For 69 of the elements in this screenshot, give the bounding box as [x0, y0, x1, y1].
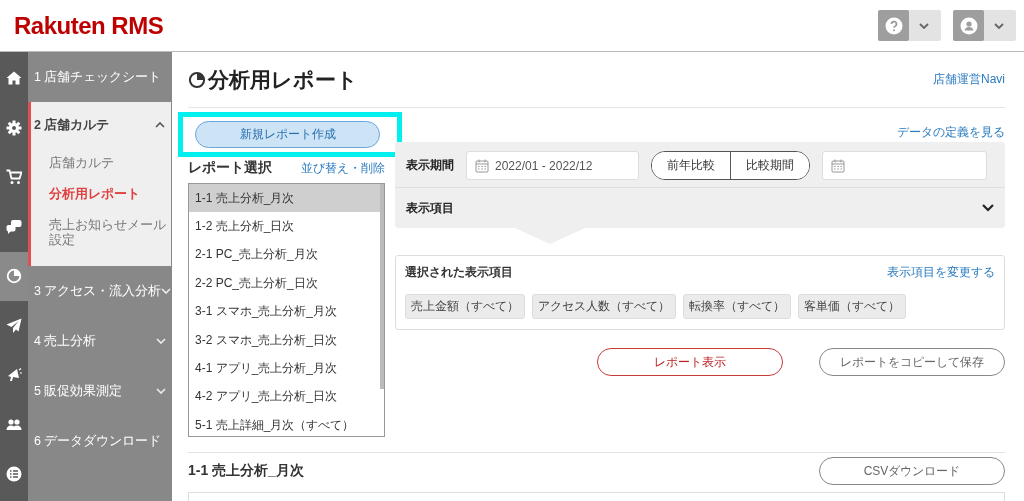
account-button[interactable] — [953, 10, 1016, 41]
chevron-icon — [156, 388, 166, 394]
show-report-button[interactable]: レポート表示 — [597, 348, 783, 376]
list-icon — [6, 466, 22, 483]
calendar-icon — [475, 158, 489, 173]
report-list-item[interactable]: 3-2 スマホ_売上分析_日次 — [189, 325, 380, 355]
logo: Rakuten RMS — [14, 11, 164, 40]
report-list-item[interactable]: 1-2 売上分析_日次 — [189, 212, 380, 241]
help-button[interactable] — [878, 10, 941, 41]
group-label: 5 販促効果測定 — [34, 382, 123, 400]
copy-save-button[interactable]: レポートをコピーして保存 — [819, 348, 1005, 376]
display-items-toggle[interactable]: 表示項目 — [395, 188, 1005, 228]
chevron-icon — [155, 122, 165, 128]
card-title: 選択された表示項目 — [405, 264, 513, 281]
item-chip: 客単価（すべて） — [798, 294, 906, 319]
report-list-item[interactable]: 4-1 アプリ_売上分析_月次 — [189, 354, 380, 383]
calendar-icon — [831, 158, 845, 173]
date-range-field[interactable]: 2022/01 - 2022/12 — [466, 151, 639, 180]
chat-icon — [6, 218, 22, 235]
report-list-item[interactable]: 1-1 売上分析_月次 — [189, 184, 380, 213]
group-label: 3 アクセス・流入分析 — [34, 282, 162, 300]
sidebar-group[interactable]: 4 売上分析 — [28, 316, 172, 366]
chevron-icon — [156, 338, 166, 344]
paper-plane-icon — [6, 317, 22, 334]
navi-link[interactable]: 店舗運営Navi — [933, 71, 1005, 88]
csv-download-button[interactable]: CSVダウンロード — [819, 457, 1005, 485]
sidebar-group[interactable]: 3 アクセス・流入分析 — [28, 266, 172, 316]
sort-delete-link[interactable]: 並び替え・削除 — [301, 159, 385, 177]
sidebar-subitem[interactable]: 分析用レポート — [31, 179, 171, 210]
data-definition-link[interactable]: データの定義を見る — [897, 124, 1005, 141]
sidebar-item[interactable]: 1 店舗チェックシート — [28, 52, 172, 102]
gear-icon — [6, 119, 22, 136]
chevron-icon — [161, 288, 172, 294]
period-label: 表示期間 — [406, 157, 454, 174]
megaphone-icon — [6, 367, 22, 384]
report-list-item[interactable]: 3-1 スマホ_売上分析_月次 — [189, 297, 380, 326]
compare-toggle[interactable]: 比較期間 — [730, 152, 809, 179]
user-icon — [959, 16, 978, 35]
caret-icon — [919, 22, 929, 29]
report-list-item[interactable]: 4-2 アプリ_売上分析_日次 — [189, 382, 380, 412]
sidebar-icon-button[interactable] — [0, 251, 28, 301]
people-icon — [6, 416, 22, 433]
sidebar-item[interactable]: 6 データダウンロード — [28, 416, 172, 466]
sidebar-subitem[interactable]: 売上お知らせメール設定 — [31, 210, 171, 256]
item-chip: 転換率（すべて） — [683, 294, 791, 319]
group-label: 4 売上分析 — [34, 332, 97, 350]
section-title: レポート選択 — [188, 159, 272, 177]
sidebar-group[interactable]: 5 販促効果測定 — [28, 366, 172, 416]
report-title: 1-1 売上分析_月次 — [188, 462, 304, 480]
pie-chart-icon — [6, 268, 22, 285]
report-list-item[interactable]: 5-1 売上詳細_月次（すべて） — [189, 411, 380, 440]
cart-icon — [6, 169, 22, 186]
report-list-item[interactable]: 2-1 PC_売上分析_月次 — [189, 240, 380, 270]
chevron-icon — [982, 204, 994, 212]
item-chip: アクセス人数（すべて） — [532, 294, 676, 319]
report-list-item[interactable]: 2-2 PC_売上分析_日次 — [189, 269, 380, 298]
group-label: 2 店舗カルテ — [34, 116, 110, 134]
scrollbar-thumb[interactable] — [380, 184, 384, 389]
sidebar-group[interactable]: 2 店舗カルテ — [31, 102, 171, 148]
pie-chart-icon — [188, 70, 206, 89]
item-chip: 売上金額（すべて） — [405, 294, 525, 319]
new-report-button[interactable]: 新規レポート作成 — [195, 121, 380, 148]
compare-date-field[interactable] — [822, 151, 987, 180]
page-title: 分析用レポート — [208, 66, 358, 93]
change-items-link[interactable]: 表示項目を変更する — [887, 264, 995, 281]
home-icon — [6, 69, 22, 86]
help-icon — [884, 16, 903, 35]
sidebar-subitem[interactable]: 店舗カルテ — [31, 148, 171, 179]
caret-icon — [994, 22, 1004, 29]
